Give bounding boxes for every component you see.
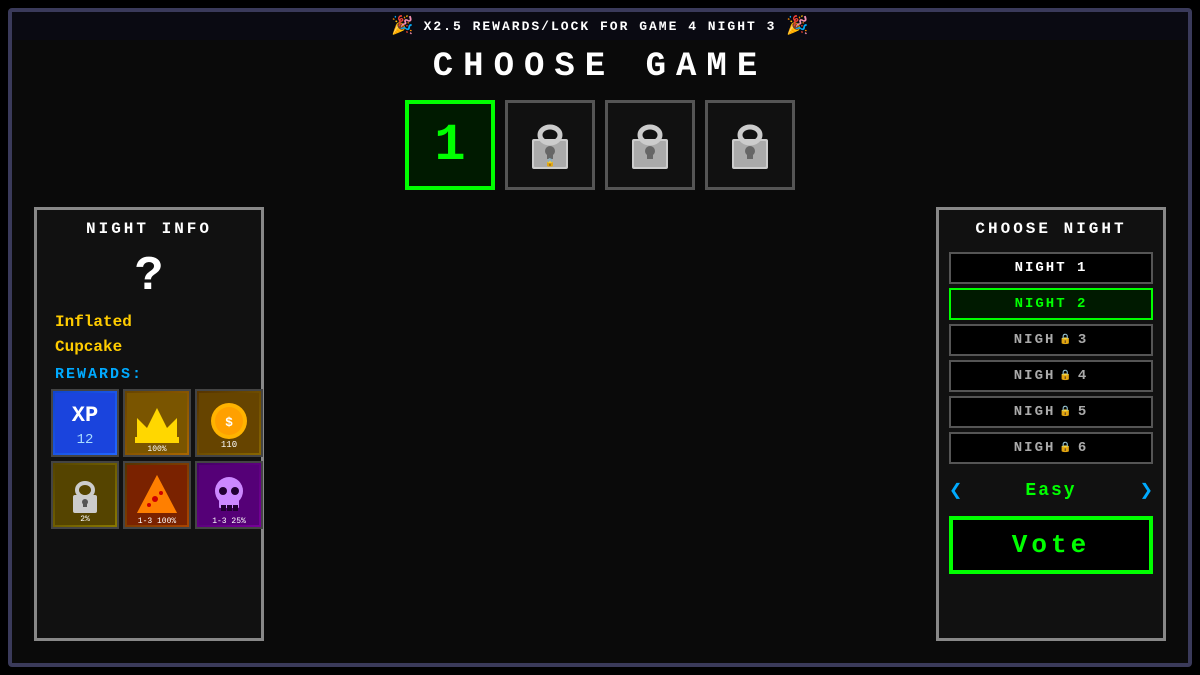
night-item-4[interactable]: NIGH 🔒 4 — [949, 360, 1153, 392]
night-6-lock-icon: 🔒 — [1059, 442, 1073, 454]
night-list: NIGHT 1 NIGHT 2 NIGH 🔒 3 NIGH 🔒 4 NIGH — [949, 252, 1153, 464]
night-4-lock-icon: 🔒 — [1059, 370, 1073, 382]
svg-text:2%: 2% — [80, 515, 90, 524]
difficulty-label: Easy — [1025, 481, 1076, 501]
night-6-num: 6 — [1078, 440, 1088, 456]
night-item-5[interactable]: NIGH 🔒 5 — [949, 396, 1153, 428]
night-6-label-text: NIGH — [1014, 440, 1056, 456]
reward-lock: 2% — [51, 461, 119, 529]
reward-skull: 1-3 25% — [195, 461, 263, 529]
night-5-label-text: NIGH — [1014, 404, 1056, 420]
svg-text:$: $ — [225, 415, 233, 430]
lock-reward-icon: 2% — [55, 465, 115, 525]
game-slot-2[interactable]: 🔒 — [505, 100, 595, 190]
page-title-area: CHOOSE GAME — [12, 48, 1188, 86]
xp-reward-icon: XP 12 — [55, 393, 115, 453]
banner-text: X2.5 REWARDS/LOCK FOR GAME 4 NIGHT 3 — [424, 19, 777, 34]
game-slot-3-lock-icon — [622, 113, 678, 177]
night-item-6[interactable]: NIGH 🔒 6 — [949, 432, 1153, 464]
night-5-num: 5 — [1078, 404, 1088, 420]
rewards-grid: XP 12 100% $ — [47, 389, 251, 529]
difficulty-row: ❮ Easy ❯ — [949, 474, 1153, 508]
svg-text:1-3 25%: 1-3 25% — [212, 517, 246, 525]
choose-game-title: CHOOSE GAME — [433, 48, 767, 86]
game-slot-1-number: 1 — [434, 116, 465, 175]
coin-reward-icon: $ 110 — [199, 393, 259, 453]
item-name-line2: Cupcake — [55, 337, 251, 358]
game-slots-row: 1 🔒 — [12, 100, 1188, 190]
svg-text:XP: XP — [72, 403, 98, 428]
night-item-2[interactable]: NIGHT 2 — [949, 288, 1153, 320]
reward-pizza: 1-3 100% — [123, 461, 191, 529]
game-slot-2-lock-icon: 🔒 — [522, 113, 578, 177]
reward-coin: $ 110 — [195, 389, 263, 457]
game-slot-4-lock-icon — [722, 113, 778, 177]
game-slot-4[interactable] — [705, 100, 795, 190]
svg-text:100%: 100% — [147, 445, 166, 453]
svg-text:🔒: 🔒 — [545, 158, 555, 168]
rewards-label: REWARDS: — [55, 366, 251, 383]
night-info-title: NIGHT INFO — [47, 220, 251, 238]
night-5-lock-icon: 🔒 — [1059, 406, 1073, 418]
night-info-panel: NIGHT INFO ? Inflated Cupcake REWARDS: X… — [34, 207, 264, 641]
reward-xp: XP 12 — [51, 389, 119, 457]
game-slot-1[interactable]: 1 — [405, 100, 495, 190]
outer-border: 🎉 X2.5 REWARDS/LOCK FOR GAME 4 NIGHT 3 🎉… — [8, 8, 1192, 667]
night-3-num: 3 — [1078, 332, 1088, 348]
banner-left-decoration: 🎉 — [391, 15, 413, 37]
item-name-line1: Inflated — [55, 312, 251, 333]
night-4-num: 4 — [1078, 368, 1088, 384]
difficulty-left-arrow[interactable]: ❮ — [949, 478, 962, 504]
difficulty-right-arrow[interactable]: ❯ — [1140, 478, 1153, 504]
night-item-3[interactable]: NIGH 🔒 3 — [949, 324, 1153, 356]
svg-text:110: 110 — [221, 440, 237, 450]
choose-night-title: CHOOSE NIGHT — [949, 220, 1153, 238]
banner-right-decoration: 🎉 — [786, 15, 808, 37]
vote-button[interactable]: Vote — [949, 516, 1153, 574]
svg-text:12: 12 — [77, 432, 94, 448]
reward-crown: 100% — [123, 389, 191, 457]
game-slot-3[interactable] — [605, 100, 695, 190]
crown-reward-icon: 100% — [127, 393, 187, 453]
night-4-label-text: NIGH — [1014, 368, 1056, 384]
choose-night-panel: CHOOSE NIGHT NIGHT 1 NIGHT 2 NIGH 🔒 3 NI… — [936, 207, 1166, 641]
pizza-reward-icon: 1-3 100% — [127, 465, 187, 525]
night-info-icon: ? — [47, 250, 251, 304]
top-banner: 🎉 X2.5 REWARDS/LOCK FOR GAME 4 NIGHT 3 🎉 — [12, 12, 1188, 40]
night-3-lock-icon: 🔒 — [1059, 334, 1073, 346]
night-1-label: NIGHT 1 — [1015, 260, 1088, 276]
svg-text:1-3 100%: 1-3 100% — [138, 517, 177, 525]
night-3-label-text: NIGH — [1014, 332, 1056, 348]
night-item-1[interactable]: NIGHT 1 — [949, 252, 1153, 284]
skull-reward-icon: 1-3 25% — [199, 465, 259, 525]
night-2-label: NIGHT 2 — [1015, 296, 1088, 312]
